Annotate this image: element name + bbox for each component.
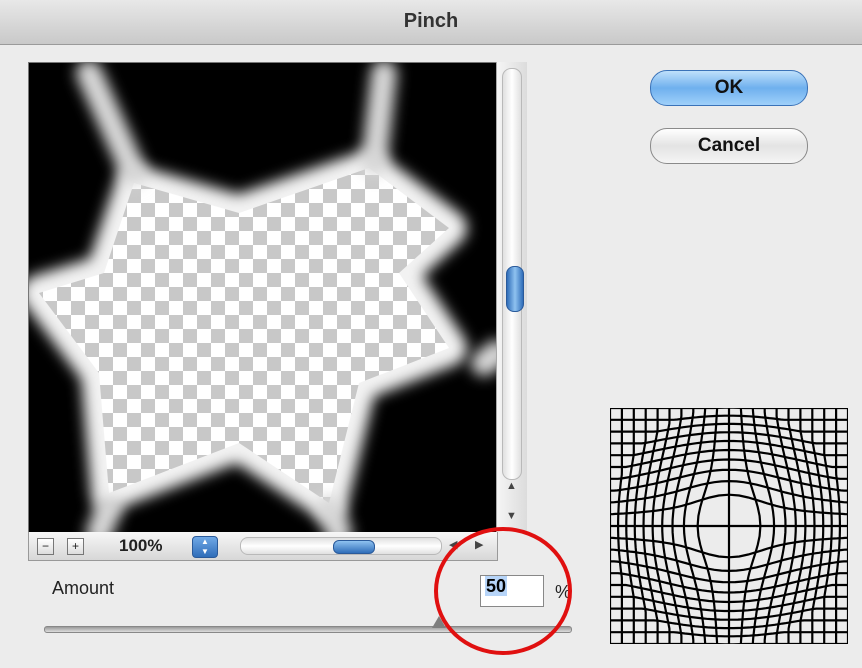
- stepper-arrows-icon: ▲ ▼: [201, 537, 209, 556]
- preview-zoom-bar: − + 100% ▲ ▼ ◀ ▶: [28, 532, 498, 561]
- vertical-scroll-thumb[interactable]: [506, 266, 524, 312]
- cancel-button[interactable]: Cancel: [650, 128, 808, 164]
- horizontal-scroll-thumb[interactable]: [333, 540, 375, 554]
- zoom-level: 100%: [119, 536, 163, 555]
- ok-button[interactable]: OK: [650, 70, 808, 106]
- minus-icon: −: [41, 539, 49, 553]
- highlight-circle-annotation: [434, 527, 572, 655]
- zoom-out-button[interactable]: −: [37, 538, 54, 555]
- zoom-in-button[interactable]: +: [67, 538, 84, 555]
- scroll-up-arrow-icon[interactable]: ▲: [506, 480, 517, 492]
- filter-preview-pane[interactable]: [28, 62, 498, 534]
- vertical-scroll-track[interactable]: [502, 68, 524, 480]
- pinch-distortion-grid-preview: [610, 408, 848, 644]
- preview-image: [29, 63, 497, 533]
- title-bar: Pinch: [0, 0, 862, 45]
- scroll-down-arrow-icon[interactable]: ▼: [506, 510, 517, 522]
- amount-label: Amount: [52, 578, 115, 598]
- horizontal-scroll-track[interactable]: [240, 537, 442, 555]
- plus-icon: +: [71, 539, 79, 553]
- zoom-stepper[interactable]: ▲ ▼: [192, 536, 218, 558]
- window-title: Pinch: [403, 10, 459, 32]
- preview-vertical-scrollbar[interactable]: ▲ ▼: [496, 62, 527, 532]
